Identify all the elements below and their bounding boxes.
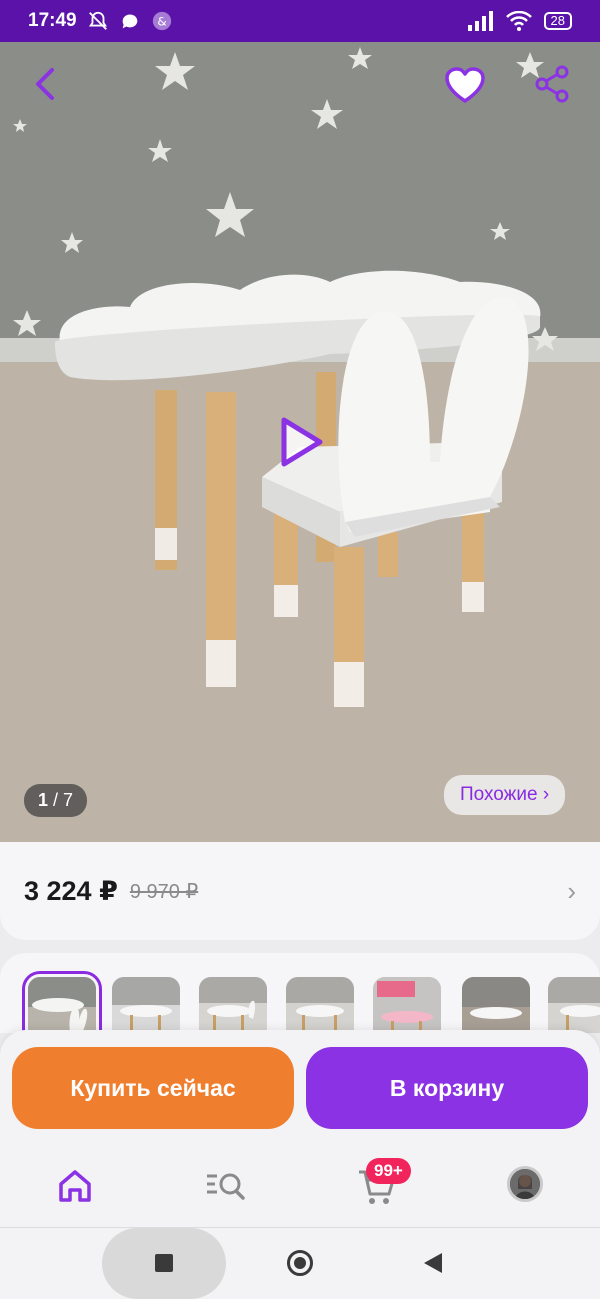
thumbnail-6[interactable]	[462, 977, 530, 1033]
bell-off-icon	[88, 11, 107, 30]
system-navigation-bar	[0, 1228, 600, 1299]
bottom-navigation: 99+	[0, 1142, 600, 1228]
catalog-search-icon[interactable]	[203, 1164, 247, 1208]
thumbnail-5-image	[373, 977, 441, 1033]
home-button[interactable]	[287, 1250, 313, 1276]
thumbnail-7-image	[548, 977, 600, 1033]
thumbnail-6-image	[462, 977, 530, 1033]
share-icon[interactable]	[532, 64, 572, 104]
status-time: 17:49	[28, 10, 77, 31]
thumbnail-5[interactable]	[373, 977, 441, 1033]
thumbnail-2[interactable]	[112, 977, 180, 1033]
image-counter: 1 / 7	[24, 784, 88, 817]
thumbnail-strip	[0, 953, 600, 1033]
status-notification-icons: &	[87, 10, 173, 32]
cart-count-badge: 99+	[366, 1158, 411, 1184]
price-section[interactable]: 3 224 ₽ 9 970 ₽ ›	[0, 842, 600, 940]
add-to-cart-button[interactable]: В корзину	[306, 1047, 588, 1129]
image-counter-total: / 7	[53, 790, 74, 810]
product-gallery[interactable]: 1 / 7 Похожие ›	[0, 42, 600, 842]
app-icon: &	[152, 11, 171, 31]
buy-now-button[interactable]: Купить сейчас	[12, 1047, 294, 1129]
thumbnail-3-image	[199, 977, 267, 1033]
signal-icon	[467, 11, 493, 31]
thumbnail-7[interactable]	[548, 977, 600, 1033]
thumbnail-4-image	[286, 977, 354, 1033]
avatar-image	[510, 1169, 540, 1199]
battery-icon: 28	[543, 12, 572, 30]
thumbnail-2-image	[112, 977, 180, 1033]
home-icon[interactable]	[53, 1164, 97, 1208]
status-bar: 17:49 & 28	[0, 0, 600, 42]
svg-text:&: &	[157, 15, 166, 29]
thumbnail-1[interactable]	[22, 971, 102, 1033]
profile-avatar[interactable]	[507, 1166, 543, 1202]
thumbnail-1-image	[28, 977, 96, 1033]
old-price: 9 970 ₽	[129, 880, 199, 903]
heart-icon[interactable]	[444, 66, 486, 106]
recents-button[interactable]	[155, 1254, 173, 1272]
play-icon[interactable]	[276, 414, 326, 470]
image-counter-current: 1	[38, 790, 49, 810]
current-price: 3 224 ₽	[24, 875, 118, 906]
action-bar: Купить сейчас В корзину	[0, 1030, 600, 1142]
thumbnail-4[interactable]	[286, 977, 354, 1033]
similar-products-button[interactable]: Похожие ›	[444, 775, 566, 815]
chat-bubble-icon	[122, 14, 137, 29]
back-button[interactable]	[424, 1253, 442, 1273]
wifi-icon	[505, 11, 532, 31]
back-arrow-icon[interactable]	[26, 64, 66, 104]
chevron-right-icon: ›	[567, 875, 576, 906]
status-system-icons: 28	[466, 11, 572, 31]
thumbnail-3[interactable]	[199, 977, 267, 1033]
